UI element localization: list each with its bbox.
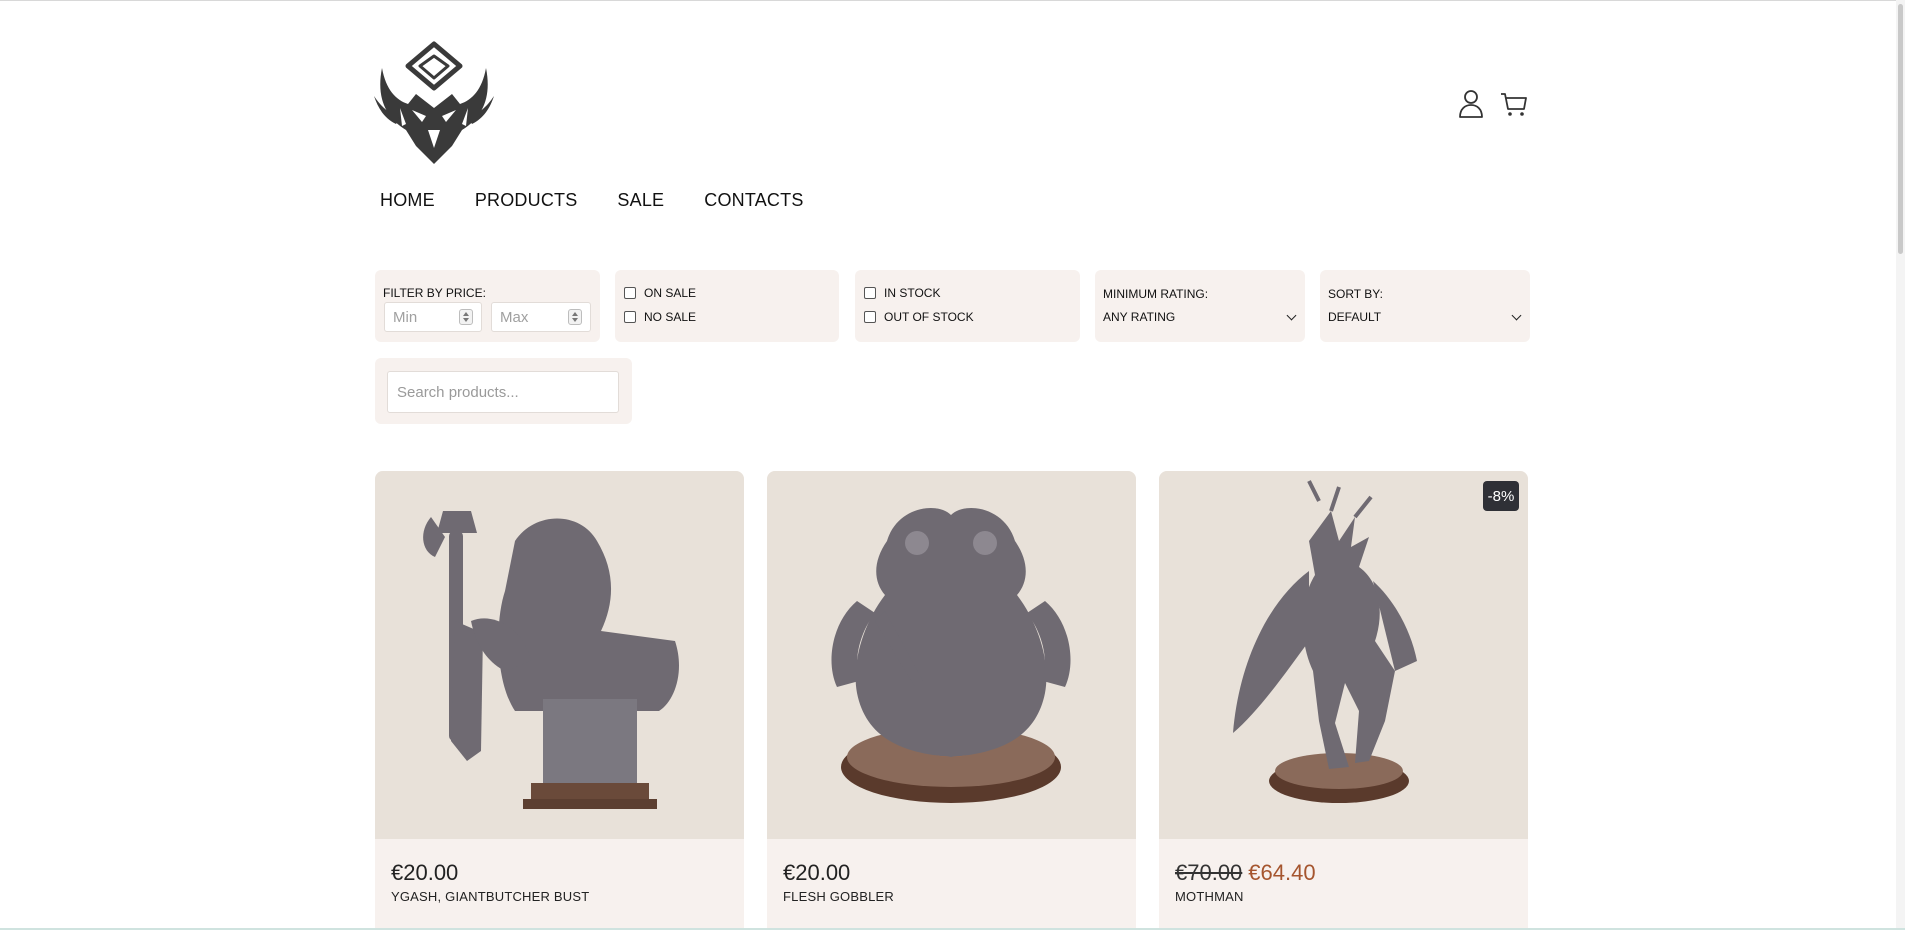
checkbox-square[interactable]	[624, 311, 636, 323]
rating-label: MINIMUM RATING:	[1103, 287, 1209, 301]
product-image[interactable]	[767, 471, 1136, 839]
price-filter-label: FILTER BY PRICE:	[383, 286, 486, 300]
search-panel: Search products...	[375, 358, 632, 424]
user-icon[interactable]	[1455, 88, 1487, 120]
rating-value: ANY RATING	[1103, 310, 1176, 324]
product-sale-price: €64.40	[1248, 860, 1316, 885]
checkbox-square[interactable]	[864, 287, 876, 299]
product-price: €20.00	[783, 860, 851, 885]
brand-logo[interactable]	[372, 38, 496, 168]
search-placeholder: Search products...	[397, 384, 519, 401]
max-price-stepper[interactable]	[568, 309, 582, 325]
nav-contacts[interactable]: CONTACTS	[704, 190, 803, 211]
sort-filter: SORT BY: DEFAULT	[1320, 270, 1530, 342]
product-card[interactable]: -8% €70.00 €64.40 MOTHMAN	[1159, 471, 1528, 930]
discount-badge: -8%	[1483, 481, 1519, 511]
product-image[interactable]	[375, 471, 744, 839]
checkbox-square[interactable]	[624, 287, 636, 299]
on-sale-checkbox[interactable]: ON SALE	[624, 286, 696, 300]
product-price: €70.00 €64.40	[1175, 860, 1316, 886]
scrollbar-thumb[interactable]	[1898, 4, 1903, 254]
search-input[interactable]: Search products...	[387, 371, 619, 413]
product-card[interactable]: €20.00 FLESH GOBBLER	[767, 471, 1136, 930]
sort-value: DEFAULT	[1328, 310, 1382, 324]
min-price-placeholder: Min	[393, 309, 418, 326]
on-sale-label: ON SALE	[644, 286, 697, 300]
price-filter: FILTER BY PRICE: Min Max	[375, 270, 600, 342]
nav-home[interactable]: HOME	[380, 190, 435, 211]
page-scrollbar[interactable]	[1896, 0, 1905, 930]
rating-filter: MINIMUM RATING: ANY RATING	[1095, 270, 1305, 342]
sort-label: SORT BY:	[1328, 287, 1383, 301]
max-price-input[interactable]: Max	[491, 302, 591, 332]
max-price-placeholder: Max	[500, 309, 529, 326]
product-name[interactable]: MOTHMAN	[1175, 889, 1244, 904]
product-price: €20.00	[391, 860, 459, 885]
stock-filter: IN STOCK OUT OF STOCK	[855, 270, 1080, 342]
chevron-down-icon	[1511, 310, 1522, 320]
nav-products[interactable]: PRODUCTS	[475, 190, 578, 211]
rating-select[interactable]: ANY RATING	[1103, 310, 1297, 324]
min-price-input[interactable]: Min	[384, 302, 482, 332]
min-price-stepper[interactable]	[459, 309, 473, 325]
product-old-price: €70.00	[1175, 860, 1243, 885]
no-sale-label: NO SALE	[644, 310, 697, 324]
sort-select[interactable]: DEFAULT	[1328, 310, 1522, 324]
product-name[interactable]: FLESH GOBBLER	[783, 889, 894, 904]
in-stock-label: IN STOCK	[884, 286, 941, 300]
checkbox-square[interactable]	[864, 311, 876, 323]
main-nav: HOME PRODUCTS SALE CONTACTS	[380, 190, 804, 211]
nav-sale[interactable]: SALE	[617, 190, 664, 211]
top-border	[0, 0, 1905, 1]
in-stock-checkbox[interactable]: IN STOCK	[864, 286, 940, 300]
product-image[interactable]	[1159, 471, 1528, 839]
no-sale-checkbox[interactable]: NO SALE	[624, 310, 696, 324]
product-card[interactable]: €20.00 YGASH, GIANTBUTCHER BUST	[375, 471, 744, 930]
cart-icon[interactable]	[1498, 88, 1530, 120]
out-of-stock-label: OUT OF STOCK	[884, 310, 974, 324]
product-name[interactable]: YGASH, GIANTBUTCHER BUST	[391, 889, 589, 904]
chevron-down-icon	[1286, 310, 1297, 320]
sale-filter: ON SALE NO SALE	[615, 270, 839, 342]
out-of-stock-checkbox[interactable]: OUT OF STOCK	[864, 310, 974, 324]
